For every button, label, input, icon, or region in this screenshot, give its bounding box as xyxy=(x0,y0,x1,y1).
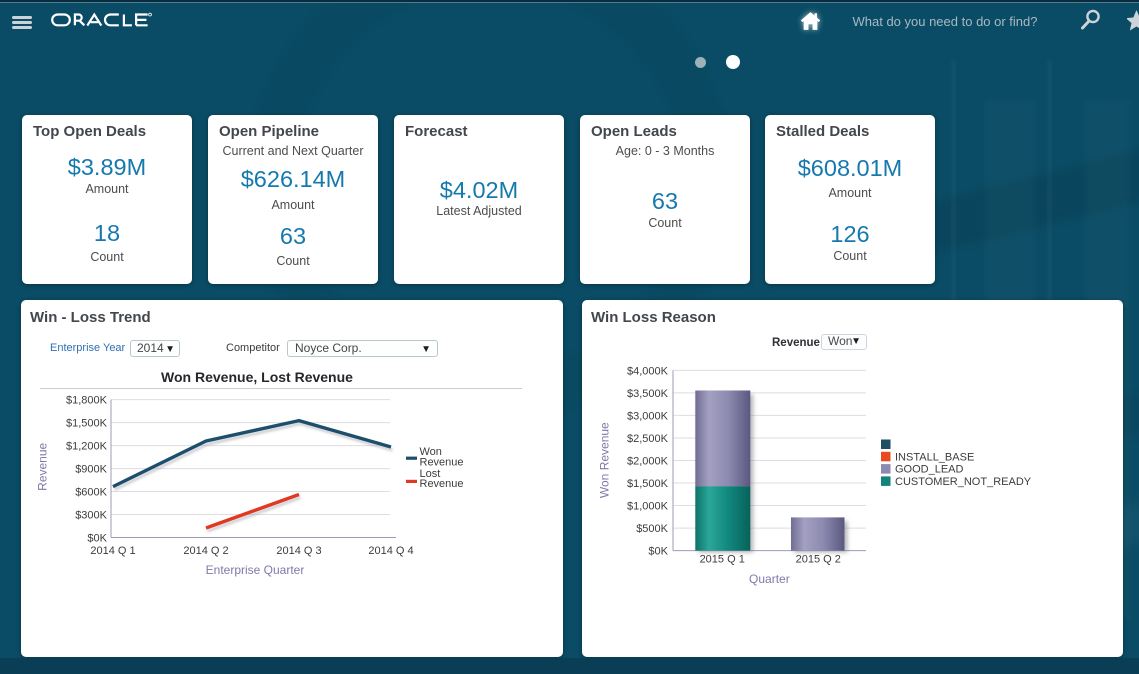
svg-text:Quarter: Quarter xyxy=(749,572,790,586)
svg-text:CUSTOMER_NOT_READY: CUSTOMER_NOT_READY xyxy=(895,476,1032,488)
svg-text:$3,000K: $3,000K xyxy=(627,410,669,422)
svg-text:$500K: $500K xyxy=(636,523,668,535)
svg-text:2015 Q 1: 2015 Q 1 xyxy=(700,554,745,566)
svg-text:$1,500K: $1,500K xyxy=(627,478,669,490)
svg-text:$1,000K: $1,000K xyxy=(627,501,669,513)
svg-text:Enterprise Quarter: Enterprise Quarter xyxy=(206,563,305,577)
svg-text:$0K: $0K xyxy=(87,533,107,545)
svg-text:$4,000K: $4,000K xyxy=(627,365,669,377)
svg-text:$1,800K: $1,800K xyxy=(66,395,108,407)
svg-text:$300K: $300K xyxy=(75,510,107,522)
svg-text:Revenue: Revenue xyxy=(420,457,464,469)
svg-text:2014 Q 1: 2014 Q 1 xyxy=(90,545,135,557)
svg-text:$1,200K: $1,200K xyxy=(66,441,108,453)
svg-text:$0K: $0K xyxy=(648,546,668,558)
svg-text:$2,000K: $2,000K xyxy=(627,456,669,468)
svg-text:Revenue: Revenue xyxy=(420,478,464,490)
svg-text:$1,500K: $1,500K xyxy=(66,418,108,430)
svg-text:2014 Q 3: 2014 Q 3 xyxy=(276,545,321,557)
svg-text:$600K: $600K xyxy=(75,487,107,499)
svg-text:$3,500K: $3,500K xyxy=(627,388,669,400)
svg-text:2014 Q 2: 2014 Q 2 xyxy=(183,545,228,557)
svg-text:$2,500K: $2,500K xyxy=(627,433,669,445)
svg-text:Revenue: Revenue xyxy=(36,442,50,490)
svg-text:$900K: $900K xyxy=(75,464,107,476)
svg-text:INSTALL_BASE: INSTALL_BASE xyxy=(895,451,974,463)
svg-text:Won Revenue, Lost Revenue: Won Revenue, Lost Revenue xyxy=(161,369,353,385)
svg-text:2014 Q 4: 2014 Q 4 xyxy=(368,545,413,557)
svg-text:GOOD_LEAD: GOOD_LEAD xyxy=(895,464,964,476)
svg-text:2015 Q 2: 2015 Q 2 xyxy=(796,554,841,566)
svg-text:Won Revenue: Won Revenue xyxy=(597,422,611,498)
